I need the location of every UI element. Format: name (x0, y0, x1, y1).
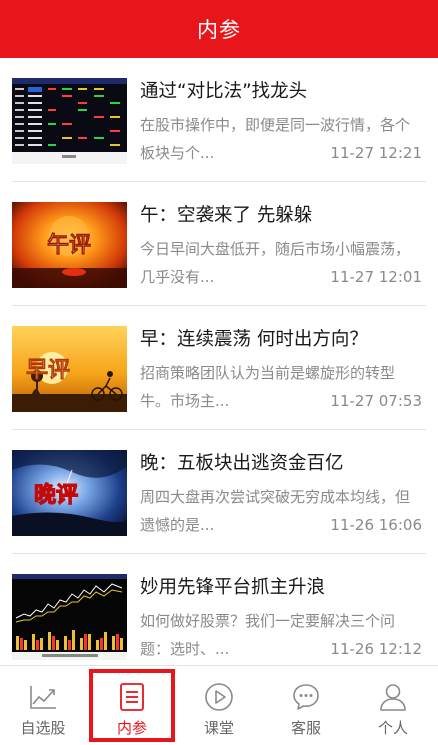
thumbnail-caption: 午评 (47, 232, 91, 258)
article-item[interactable]: 通过“对比法”找龙头 在股市操作中，即便是同一波行情，各个板块与个... 11-… (0, 58, 438, 182)
article-time: 11-27 07:53 (324, 387, 422, 415)
article-item[interactable]: 午评 午：空袭来了 先躲躲 今日早间大盘低开，随后市场小幅震荡，几乎没有... … (0, 182, 438, 306)
document-list-icon (117, 682, 147, 712)
stock-chart-thumbnail (12, 574, 127, 660)
noon-review-thumbnail: 午评 (12, 202, 127, 288)
tab-label: 课堂 (203, 719, 234, 737)
article-time: 11-26 16:06 (324, 511, 422, 539)
tab-profile[interactable]: 个人 (350, 666, 436, 745)
trend-chart-icon (28, 682, 58, 712)
morning-review-thumbnail: 早评 (12, 326, 127, 412)
article-title[interactable]: 午：空袭来了 先躲躲 (140, 201, 425, 227)
stock-table-thumbnail (12, 78, 127, 164)
article-item[interactable]: 晚评 晚：五板块出逃资金百亿 周四大盘再次尝试突破无穷成本均线，但遗憾的是...… (0, 430, 438, 554)
tab-label: 客服 (290, 719, 321, 737)
play-circle-icon (204, 682, 234, 712)
app-header: 内参 (0, 0, 438, 58)
page-title: 内参 (197, 18, 241, 42)
article-title[interactable]: 通过“对比法”找龙头 (140, 77, 425, 103)
article-item[interactable]: 早评 早：连续震荡 何时出方向？ 招商策略团队认为当前是螺旋形的转型牛。市场主.… (0, 306, 438, 430)
person-icon (378, 682, 408, 712)
tab-customer-service[interactable]: 客服 (263, 666, 349, 745)
thumbnail-caption: 晚评 (34, 483, 78, 508)
evening-review-thumbnail: 晚评 (12, 450, 127, 536)
thumbnail-caption: 早评 (26, 358, 70, 383)
tab-label: 内参 (116, 719, 147, 737)
tab-insider[interactable]: 内参 (89, 666, 175, 745)
article-time: 11-27 12:21 (324, 139, 422, 167)
chat-bubble-icon (291, 682, 321, 712)
article-time: 11-27 12:01 (324, 263, 422, 291)
tab-watchlist[interactable]: 自选股 (0, 666, 86, 745)
article-title[interactable]: 早：连续震荡 何时出方向？ (140, 325, 425, 351)
article-item[interactable]: 妙用先锋平台抓主升浪 如何做好股票？我们一定要解决三个问题：选时、... 11-… (0, 554, 438, 665)
tab-label: 自选股 (20, 719, 66, 737)
article-title[interactable]: 晚：五板块出逃资金百亿 (140, 449, 425, 475)
article-list: 通过“对比法”找龙头 在股市操作中，即便是同一波行情，各个板块与个... 11-… (0, 58, 438, 665)
bottom-tab-bar: 自选股 内参 课堂 客服 个人 (0, 665, 438, 745)
tab-label: 个人 (377, 719, 408, 737)
article-title[interactable]: 妙用先锋平台抓主升浪 (140, 573, 425, 599)
article-time: 11-26 12:12 (324, 635, 422, 663)
tab-classroom[interactable]: 课堂 (176, 666, 262, 745)
